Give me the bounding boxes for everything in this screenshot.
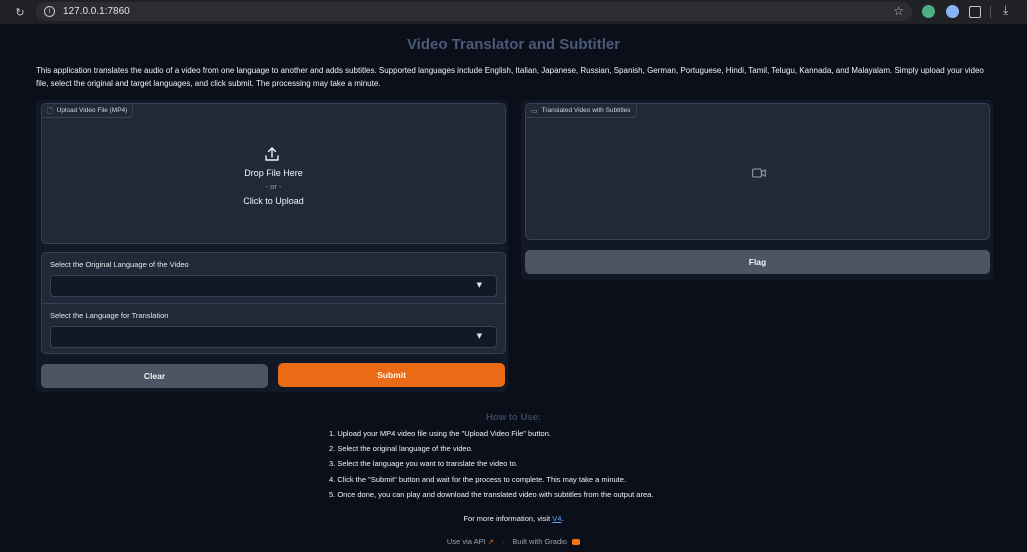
footer-separator: · <box>501 537 505 546</box>
or-text: - or - <box>265 182 282 191</box>
divider <box>42 303 505 304</box>
original-language-label: Select the Original Language of the Vide… <box>50 260 189 269</box>
url-text: 127.0.0.1:7860 <box>63 6 130 17</box>
gradio-logo-icon <box>572 539 581 546</box>
footer: Use via API ↗ · Built with Gradio <box>0 537 1027 546</box>
video-placeholder-icon <box>752 168 766 178</box>
language-selects-group: Select the Original Language of the Vide… <box>41 252 506 354</box>
drop-file-text: Drop File Here <box>244 168 303 178</box>
step-item: 2. Select the original language of the v… <box>329 444 473 454</box>
click-to-upload-text: Click to Upload <box>243 196 304 206</box>
upload-label: 🗋 Upload Video File (MP4) <box>42 104 134 118</box>
output-label-text: Translated Video with Subtitles <box>541 106 631 114</box>
flag-button[interactable]: Flag <box>525 250 990 274</box>
file-icon: 🗋 <box>47 106 53 115</box>
translated-video-player[interactable]: ▭ Translated Video with Subtitles <box>525 103 990 240</box>
reload-icon[interactable]: ↻ <box>10 6 30 19</box>
submit-button[interactable]: Submit <box>278 363 505 387</box>
more-info-suffix: . <box>561 514 564 523</box>
address-bar[interactable]: i 127.0.0.1:7860 ☆ <box>36 2 912 21</box>
extension-icon[interactable] <box>922 5 935 18</box>
step-item: 1. Upload your MP4 video file using the … <box>329 429 551 438</box>
step-item: 4. Click the "Submit" button and wait fo… <box>329 474 626 484</box>
more-info-prefix: For more information, visit <box>463 514 551 523</box>
chevron-down-icon: ▼ <box>476 281 482 289</box>
how-to-steps-list: 1. Upload your MP4 video file using the … <box>329 428 653 504</box>
bookmark-star-icon[interactable]: ☆ <box>893 4 904 18</box>
step-item: 5. Once done, you can play and download … <box>329 489 654 499</box>
upload-icon <box>265 147 279 161</box>
how-to-use-heading: How to Use: <box>486 412 541 423</box>
chevron-down-icon: ▼ <box>476 332 482 340</box>
original-language-dropdown[interactable]: ▼ <box>50 275 497 297</box>
extensions-puzzle-icon[interactable] <box>969 6 981 18</box>
video-camera-icon: ▭ <box>531 106 538 115</box>
page-title: Video Translator and Subtitler <box>406 36 621 53</box>
extension-chat-icon[interactable] <box>946 5 959 18</box>
site-info-icon[interactable]: i <box>44 6 55 17</box>
built-with-gradio-link[interactable]: Built with Gradio <box>512 537 567 546</box>
download-icon[interactable]: ⤓ <box>1003 3 1017 17</box>
rocket-icon: ↗ <box>487 538 494 546</box>
target-language-label: Select the Language for Translation <box>50 311 169 320</box>
more-info-text: For more information, visit V4. <box>0 514 1027 523</box>
step-item: 3. Select the language you want to trans… <box>329 459 518 469</box>
use-via-api-link[interactable]: Use via API <box>447 537 486 546</box>
video-upload-dropzone[interactable]: 🗋 Upload Video File (MP4) Drop File Here… <box>41 103 506 244</box>
upload-label-text: Upload Video File (MP4) <box>56 106 128 114</box>
target-language-dropdown[interactable]: ▼ <box>50 326 497 348</box>
browser-toolbar: ↻ i 127.0.0.1:7860 ☆ ⤓ <box>0 0 1027 24</box>
clear-button[interactable]: Clear <box>41 364 268 388</box>
output-label: ▭ Translated Video with Subtitles <box>526 104 637 118</box>
toolbar-divider <box>990 6 991 18</box>
app-description: This application translates the audio of… <box>36 66 984 88</box>
